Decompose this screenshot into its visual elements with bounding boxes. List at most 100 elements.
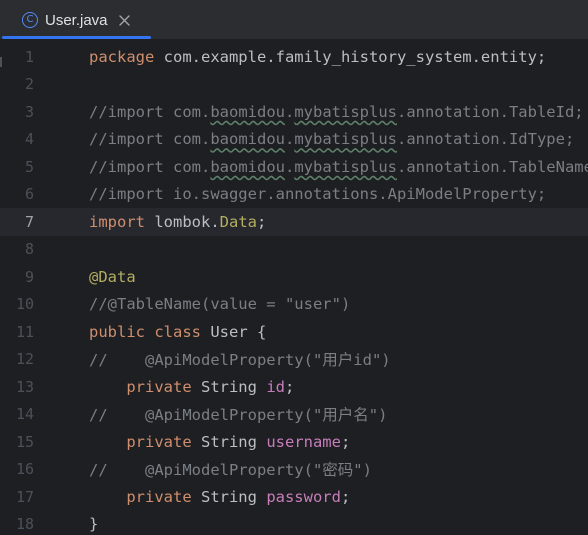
code-token: ;: [284, 377, 295, 396]
code-line[interactable]: 8: [0, 236, 588, 264]
code-token: String: [200, 432, 267, 451]
line-number: 13: [15, 377, 34, 396]
line-number: 2: [24, 75, 34, 94]
code-token: // @ApiModelProperty("密码"): [89, 461, 372, 480]
line-number: 5: [24, 157, 34, 176]
code-token: package: [89, 47, 164, 66]
line-number: 15: [15, 432, 34, 451]
code-line[interactable]: 12 // @ApiModelProperty("用户id"): [0, 346, 588, 374]
code-token: username: [266, 432, 341, 451]
line-number: 9: [24, 267, 34, 286]
code-token: // @ApiModelProperty("用户id"): [89, 351, 391, 370]
code-token: .annotation.TableId;: [396, 102, 584, 121]
code-token: Data: [219, 212, 257, 231]
code-token: private: [89, 377, 201, 396]
code-token: ;: [256, 212, 267, 231]
class-icon: C: [22, 12, 38, 28]
close-icon[interactable]: [118, 13, 132, 27]
line-number: 3: [24, 102, 34, 121]
code-token: //import com.: [89, 102, 211, 121]
code-line[interactable]: 9 @Data: [0, 263, 588, 291]
line-code: package com.example.family_history_syste…: [89, 48, 546, 66]
code-line[interactable]: 2: [0, 71, 588, 99]
line-number: 7: [24, 212, 34, 231]
code-token: com.example.family_history_system.entity…: [163, 47, 547, 66]
code-line[interactable]: 7 import lombok.Data;: [0, 208, 588, 236]
code-token: //import io.swagger.annotations.ApiModel…: [89, 185, 547, 204]
line-code: //import com.baomidou.mybatisplus.annota…: [89, 158, 588, 176]
code-editor[interactable]: 1 package com.example.family_history_syst…: [0, 41, 588, 535]
code-token: import: [89, 212, 155, 231]
line-code: // @ApiModelProperty("用户名"): [89, 403, 387, 425]
code-line[interactable]: 11 public class User {: [0, 318, 588, 346]
code-line[interactable]: 16 // @ApiModelProperty("密码"): [0, 456, 588, 484]
line-code: // @ApiModelProperty("密码"): [89, 458, 372, 480]
line-code: //import com.baomidou.mybatisplus.annota…: [89, 103, 584, 121]
code-token: User {: [210, 322, 267, 341]
code-token: //import com.: [89, 130, 211, 149]
code-token: //import com.: [89, 157, 211, 176]
code-line[interactable]: 13 private String id;: [0, 373, 588, 401]
code-line[interactable]: 14 // @ApiModelProperty("用户名"): [0, 401, 588, 429]
code-token: mybatisplus: [294, 157, 397, 176]
code-token: ;: [340, 432, 351, 451]
code-token: baomidou: [210, 102, 285, 121]
line-code: //import io.swagger.annotations.ApiModel…: [89, 185, 546, 203]
code-token: lombok.: [154, 212, 220, 231]
line-number: 10: [15, 295, 34, 314]
line-number: 6: [24, 185, 34, 204]
code-line[interactable]: 5 //import com.baomidou.mybatisplus.annot…: [0, 153, 588, 181]
line-number: 4: [24, 130, 34, 149]
line-code: // @ApiModelProperty("用户id"): [89, 348, 391, 370]
line-code: import lombok.Data;: [89, 213, 266, 231]
code-token: .annotation.TableName;: [396, 157, 588, 176]
tab-user-java[interactable]: C User.java: [6, 0, 150, 40]
line-number: 12: [15, 350, 34, 369]
line-code: private String id;: [89, 378, 294, 396]
code-token: String: [200, 487, 267, 506]
tab-label: User.java: [45, 11, 108, 29]
code-token: String: [200, 377, 267, 396]
line-code: private String username;: [89, 433, 350, 451]
code-line[interactable]: 6 //import io.swagger.annotations.ApiMode…: [0, 181, 588, 209]
line-code: @Data: [89, 268, 136, 286]
code-token: baomidou: [210, 157, 285, 176]
line-code: private String password;: [89, 488, 350, 506]
code-token: mybatisplus: [294, 130, 397, 149]
line-code: }: [89, 515, 98, 533]
code-line[interactable]: 4 //import com.baomidou.mybatisplus.annot…: [0, 126, 588, 154]
code-line[interactable]: 17 private String password;: [0, 483, 588, 511]
code-token: private: [89, 487, 201, 506]
code-token: ;: [340, 487, 351, 506]
editor-tab-bar: C User.java: [0, 0, 588, 40]
code-token: .annotation.IdType;: [396, 130, 575, 149]
code-token: baomidou: [210, 130, 285, 149]
active-tab-indicator: [2, 36, 151, 39]
line-number: 1: [24, 47, 34, 66]
code-token: //@TableName(value = "user"): [89, 295, 351, 314]
code-token: public class: [89, 322, 211, 341]
code-token: .: [284, 102, 295, 121]
code-line[interactable]: 10 //@TableName(value = "user"): [0, 291, 588, 319]
code-line[interactable]: 3 //import com.baomidou.mybatisplus.annot…: [0, 98, 588, 126]
code-token: }: [89, 515, 99, 534]
close-glyph: [119, 14, 130, 26]
code-token: password: [266, 487, 341, 506]
line-number: 18: [15, 515, 34, 534]
code-line[interactable]: 18}: [0, 511, 588, 535]
line-number: 8: [24, 240, 34, 259]
code-line[interactable]: 1 package com.example.family_history_syst…: [0, 43, 588, 71]
code-token: .: [284, 157, 295, 176]
line-code: //@TableName(value = "user"): [89, 295, 350, 313]
line-number: 16: [15, 460, 34, 479]
code-token: private: [89, 432, 201, 451]
code-line[interactable]: 15 private String username;: [0, 428, 588, 456]
line-code: //import com.baomidou.mybatisplus.annota…: [89, 130, 574, 148]
code-token: // @ApiModelProperty("用户名"): [89, 406, 388, 425]
code-token: @Data: [89, 267, 136, 286]
code-token: id: [266, 377, 285, 396]
line-number: 14: [15, 405, 34, 424]
line-number: 17: [15, 487, 34, 506]
code-token: mybatisplus: [294, 102, 397, 121]
code-token: .: [284, 130, 295, 149]
